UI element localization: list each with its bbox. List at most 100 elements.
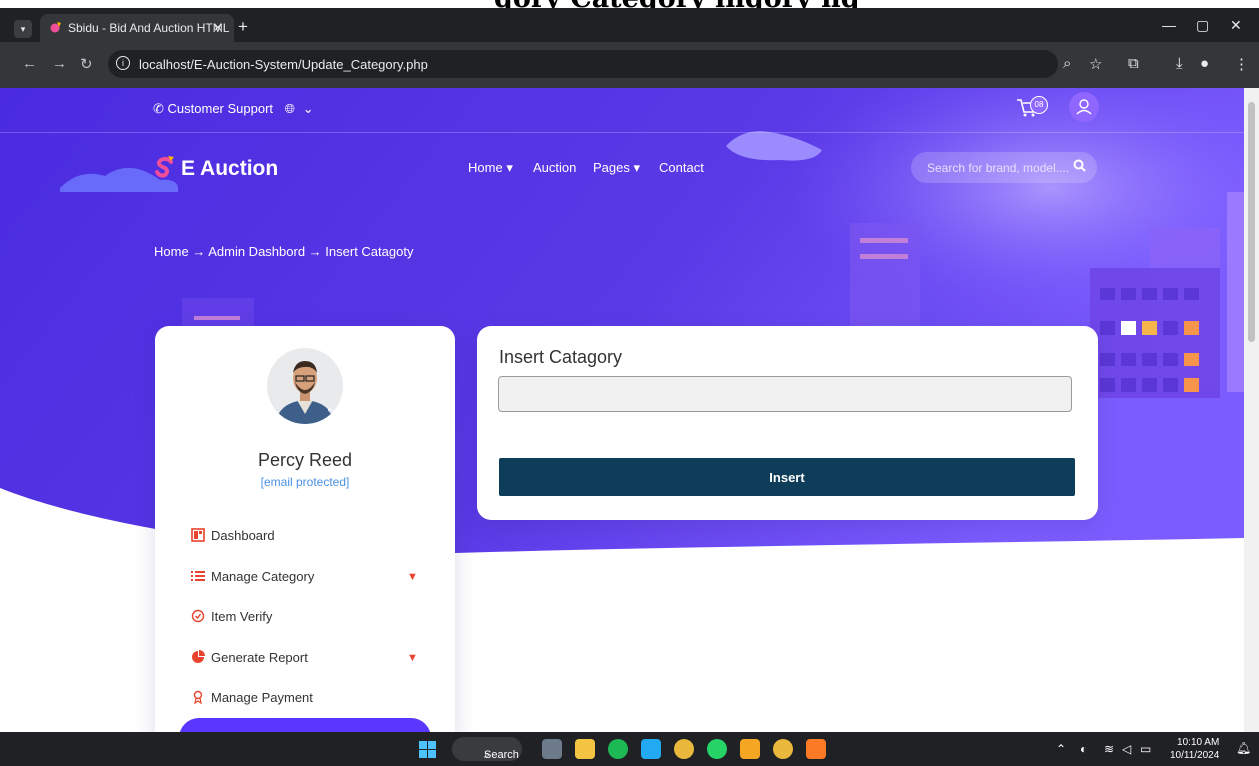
arrow-right-icon: → [308, 244, 326, 259]
caret-down-icon[interactable]: ▼ [407, 652, 418, 664]
xampp-icon[interactable] [806, 739, 826, 759]
site-info-icon[interactable]: i [116, 56, 130, 70]
breadcrumb-admin[interactable]: Admin Dashbord [208, 244, 305, 259]
app-icon[interactable] [740, 739, 760, 759]
nav-home[interactable]: Home ▾ [468, 160, 513, 176]
dashboard-icon [191, 528, 205, 542]
nav-auction-label: Auction [533, 160, 577, 175]
edit-photo-icon[interactable]: ✎ [327, 406, 336, 419]
sidebar-item-manage-payment[interactable]: Manage Payment [191, 690, 313, 705]
globe-icon[interactable]: 🌐︎ [285, 101, 295, 116]
cut-off-heading-text: gory Category ingory ng [494, 0, 860, 8]
whatsapp-icon[interactable] [707, 739, 727, 759]
sidebar-item-item-verify[interactable]: Item Verify [191, 609, 272, 624]
page-viewport: ✆ Customer Support 🌐︎ ⌄ 08 E Auction Hom… [0, 88, 1259, 732]
caret-down-icon[interactable]: ▼ [407, 571, 418, 583]
extensions-icon[interactable]: ⧉ [1128, 55, 1139, 72]
profile-card: ✎ Percy Reed [email protected] Dashboard… [155, 326, 455, 732]
profile-name: Percy Reed [257, 450, 353, 470]
sidebar-item-label: Generate Report [211, 650, 308, 665]
sidebar-action-button[interactable] [179, 718, 431, 732]
widgets-icon[interactable] [542, 739, 562, 759]
battery-icon[interactable]: ▭ [1140, 742, 1151, 756]
breadcrumb-current: Insert Catagoty [325, 244, 414, 259]
search-input[interactable]: Search for brand, model.... [911, 152, 1097, 183]
nav-contact[interactable]: Contact [659, 160, 704, 175]
wifi-icon[interactable]: ≋ [1104, 742, 1114, 756]
browser-tab-bar: ▾ Sbidu - Bid And Auction HTML × + — ▢ ✕ [0, 8, 1259, 42]
minimize-icon[interactable]: — [1162, 17, 1176, 33]
category-name-input[interactable] [498, 376, 1072, 412]
browser-menu-icon[interactable]: ⋮ [1234, 55, 1249, 73]
nav-pages[interactable]: Pages ▾ [593, 160, 640, 176]
cart-count-badge: 08 [1030, 96, 1048, 114]
nav-auction[interactable]: Auction [533, 160, 576, 175]
url-text: localhost/E-Auction-System/Update_Catego… [139, 57, 428, 72]
sidebar-item-generate-report[interactable]: Generate Report [191, 650, 308, 665]
tray-chevron-icon[interactable]: ⌃ [1056, 742, 1066, 756]
search-icon[interactable] [1073, 159, 1086, 175]
windows-start-icon[interactable] [419, 741, 436, 763]
phone-icon: ✆ [153, 101, 164, 116]
insert-button[interactable]: Insert [499, 458, 1075, 496]
list-icon [191, 569, 205, 583]
caret-down-icon: ▾ [633, 160, 641, 175]
forward-icon[interactable]: → [52, 55, 67, 72]
form-title: Insert Catagory [499, 347, 623, 367]
chrome-active-icon[interactable] [773, 739, 793, 759]
user-icon [1076, 99, 1092, 115]
insert-category-card: Insert Catagory Insert [477, 326, 1098, 520]
new-tab-button[interactable]: + [238, 17, 248, 37]
taskbar-search[interactable]: ⌕ Search [452, 737, 522, 761]
volume-icon[interactable]: ◁ [1122, 742, 1131, 756]
caret-down-icon: ▾ [506, 160, 513, 175]
nav-contact-label: Contact [659, 160, 704, 175]
spotify-icon[interactable] [608, 739, 628, 759]
tab-title: Sbidu - Bid And Auction HTML [68, 21, 230, 35]
zoom-icon[interactable]: ⌕ [1063, 55, 1071, 72]
nav-home-label: Home [468, 160, 503, 175]
customer-support-link[interactable]: ✆ Customer Support 🌐︎ ⌄ [153, 101, 314, 117]
logo-icon [155, 156, 174, 178]
sidebar-item-label: Dashboard [211, 528, 275, 543]
breadcrumb-home[interactable]: Home [154, 244, 189, 259]
download-icon[interactable]: ⤓ [1176, 55, 1183, 72]
bookmark-star-icon[interactable]: ☆ [1089, 55, 1102, 73]
vscode-icon[interactable] [641, 739, 661, 759]
restore-icon[interactable]: ▢ [1196, 17, 1209, 34]
arrow-right-icon: → [192, 244, 209, 259]
user-account-button[interactable] [1069, 92, 1099, 122]
browser-tab[interactable]: Sbidu - Bid And Auction HTML × [40, 14, 234, 42]
address-bar[interactable]: i localhost/E-Auction-System/Update_Cate… [108, 50, 1058, 78]
profile-avatar-icon[interactable]: ● [1200, 55, 1209, 72]
sidebar-item-manage-category[interactable]: Manage Category [191, 569, 314, 584]
browser-toolbar: ← → ↻ i localhost/E-Auction-System/Updat… [0, 42, 1259, 88]
nav-pages-label: Pages [593, 160, 630, 175]
profile-email[interactable]: [email protected] [155, 475, 455, 489]
check-circle-icon [191, 609, 205, 623]
chrome-icon[interactable] [674, 739, 694, 759]
page-scrollbar[interactable] [1244, 88, 1259, 732]
reload-icon[interactable]: ↻ [80, 55, 93, 73]
brand-name: E Auction [181, 157, 279, 180]
sidebar-item-label: Manage Payment [211, 690, 313, 705]
close-tab-icon[interactable]: × [214, 19, 222, 35]
close-window-icon[interactable]: ✕ [1230, 17, 1242, 34]
scrollbar-thumb[interactable] [1248, 102, 1255, 342]
system-clock[interactable]: 10:10 AM 10/11/2024 [1170, 736, 1219, 762]
notification-bell-icon[interactable]: 🔔︎ [1236, 741, 1251, 755]
sidebar-item-label: Manage Category [211, 569, 315, 584]
sidebar-item-dashboard[interactable]: Dashboard [191, 528, 275, 543]
site-logo[interactable]: E Auction [155, 156, 278, 181]
file-explorer-icon[interactable] [575, 739, 595, 759]
award-icon [191, 690, 205, 705]
cut-off-heading: gory Category ingory ng [0, 0, 1259, 8]
search-placeholder: Search for brand, model.... [927, 161, 1070, 175]
tab-search-button[interactable]: ▾ [14, 20, 32, 38]
pie-chart-icon [191, 650, 205, 664]
tray-app-icon[interactable]: ◐ [1080, 742, 1087, 756]
back-icon[interactable]: ← [22, 55, 37, 72]
customer-support-label: Customer Support [167, 101, 274, 116]
cart-button[interactable]: 08 [1016, 96, 1048, 122]
chevron-down-icon[interactable]: ⌄ [303, 101, 314, 116]
